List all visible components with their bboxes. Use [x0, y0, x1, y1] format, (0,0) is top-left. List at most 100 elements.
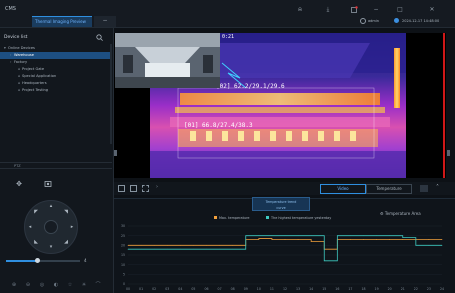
focus-icon[interactable]: ◎ — [38, 281, 46, 289]
data-point — [127, 248, 129, 250]
data-point — [219, 244, 220, 246]
wiper-icon[interactable]: ⌒ — [94, 281, 102, 289]
video-prev-arrow[interactable] — [114, 150, 117, 156]
video-next-arrow[interactable] — [447, 150, 450, 156]
tree-item[interactable]: ⌂ Headquarters — [0, 80, 110, 87]
download-icon[interactable]: ⤓ — [324, 6, 332, 14]
data-point — [428, 239, 430, 240]
data-point — [402, 239, 404, 240]
data-point — [193, 244, 194, 246]
data-point — [441, 239, 443, 240]
tab-temperature[interactable]: Temperature — [366, 184, 412, 194]
app-name: CMS — [5, 6, 16, 12]
x-tick-label: 11 — [270, 287, 274, 291]
data-point — [166, 244, 168, 246]
recording-indicator — [443, 33, 445, 178]
data-point — [363, 239, 364, 240]
ptz-speed-value: 4 — [84, 258, 87, 263]
clock-icon — [394, 18, 399, 23]
y-tick-label: 5 — [123, 273, 125, 277]
y-tick-label: 0 — [123, 282, 125, 286]
tree-item[interactable]: ⌂ Special Application — [0, 73, 110, 80]
data-point — [376, 239, 377, 240]
series-line-max-temperature — [128, 238, 442, 250]
light-icon[interactable]: ☀ — [80, 281, 88, 289]
layout-4-icon[interactable] — [130, 185, 137, 192]
data-point — [140, 248, 142, 250]
data-point — [153, 244, 155, 246]
maximize-icon[interactable]: □ — [396, 6, 404, 14]
bell-icon[interactable]: ⍾ — [296, 6, 304, 14]
arrow-up-right-icon[interactable]: ◥ — [63, 209, 69, 215]
visible-light-inset[interactable] — [115, 33, 220, 88]
chevron-up-icon[interactable]: ˄ — [434, 184, 441, 191]
image-icon[interactable] — [44, 180, 52, 188]
iris-icon[interactable]: ◐ — [52, 281, 60, 289]
tree-scrollbar[interactable] — [110, 44, 112, 144]
x-tick-label: 04 — [178, 287, 182, 291]
minimize-icon[interactable]: − — [372, 6, 380, 14]
y-tick-label: 15 — [121, 253, 125, 257]
x-tick-label: 18 — [361, 287, 365, 291]
layout-1-icon[interactable] — [118, 185, 125, 192]
arrow-up-icon[interactable]: ▴ — [48, 203, 54, 209]
x-tick-label: 08 — [231, 287, 235, 291]
data-point — [428, 244, 430, 246]
data-point — [297, 239, 299, 240]
arrow-down-icon[interactable]: ▾ — [48, 244, 54, 250]
ptz-center-button[interactable] — [44, 220, 58, 234]
legend-label: Max. temperature — [219, 216, 249, 220]
zoom-out-icon[interactable]: ⊖ — [24, 281, 32, 289]
tab-thermal-preview[interactable]: Thermal Imaging Preview — [32, 16, 92, 27]
data-point — [376, 235, 377, 237]
data-point — [258, 238, 260, 239]
close-window-icon[interactable]: ✕ — [428, 6, 436, 14]
tree-item-label: Special Application — [22, 74, 57, 78]
data-point — [271, 239, 273, 240]
move-icon[interactable]: ✥ — [15, 180, 23, 188]
chevron-right-icon[interactable]: › — [156, 184, 158, 190]
arrow-right-icon[interactable]: ▸ — [69, 224, 75, 230]
x-tick-label: 14 — [309, 287, 313, 291]
y-tick-label: 25 — [121, 234, 125, 238]
tree-item[interactable]: ▾ Online Devices — [0, 45, 110, 52]
chart-title-line2: curve — [276, 206, 286, 210]
data-point — [127, 244, 129, 246]
fullscreen-icon[interactable] — [420, 185, 428, 192]
data-point — [193, 248, 194, 250]
tree-item[interactable]: › Factory — [0, 59, 110, 66]
temperature-chart: Max. temperature The highest temperature … — [121, 216, 444, 291]
user-name[interactable]: admin — [368, 19, 379, 23]
user-icon[interactable] — [360, 18, 366, 24]
tree-item[interactable]: ⌂ Project Testing — [0, 87, 110, 94]
data-point — [310, 235, 312, 237]
x-tick-label: 03 — [165, 287, 169, 291]
tree-item[interactable]: › Warehouse — [0, 52, 110, 59]
data-point — [350, 235, 351, 237]
data-point — [153, 248, 155, 250]
arrow-down-right-icon[interactable]: ◢ — [63, 239, 69, 245]
search-icon[interactable] — [96, 34, 103, 41]
x-tick-label: 01 — [139, 287, 143, 291]
x-tick-label: 22 — [414, 287, 418, 291]
data-point — [179, 248, 181, 250]
x-tick-label: 16 — [335, 287, 339, 291]
data-point — [166, 248, 168, 250]
preset-icon[interactable]: ☆ — [66, 281, 74, 289]
x-tick-label: 17 — [348, 287, 352, 291]
tab-video[interactable]: Video — [320, 184, 366, 194]
arrow-down-left-icon[interactable]: ◣ — [33, 239, 39, 245]
tab-close-button[interactable]: − — [94, 16, 116, 27]
zoom-in-icon[interactable]: ⊕ — [10, 281, 18, 289]
x-tick-label: 02 — [152, 287, 156, 291]
x-tick-label: 19 — [375, 287, 379, 291]
arrow-up-left-icon[interactable]: ◤ — [33, 209, 39, 215]
alert-icon[interactable] — [350, 6, 358, 14]
data-point — [232, 248, 234, 250]
legend-swatch — [214, 216, 217, 219]
x-tick-label: 06 — [204, 287, 208, 291]
tree-item[interactable]: ⌂ Project Gate — [0, 66, 110, 73]
data-point — [219, 248, 220, 250]
arrow-left-icon[interactable]: ◂ — [27, 224, 33, 230]
layout-9-icon[interactable] — [142, 185, 149, 192]
